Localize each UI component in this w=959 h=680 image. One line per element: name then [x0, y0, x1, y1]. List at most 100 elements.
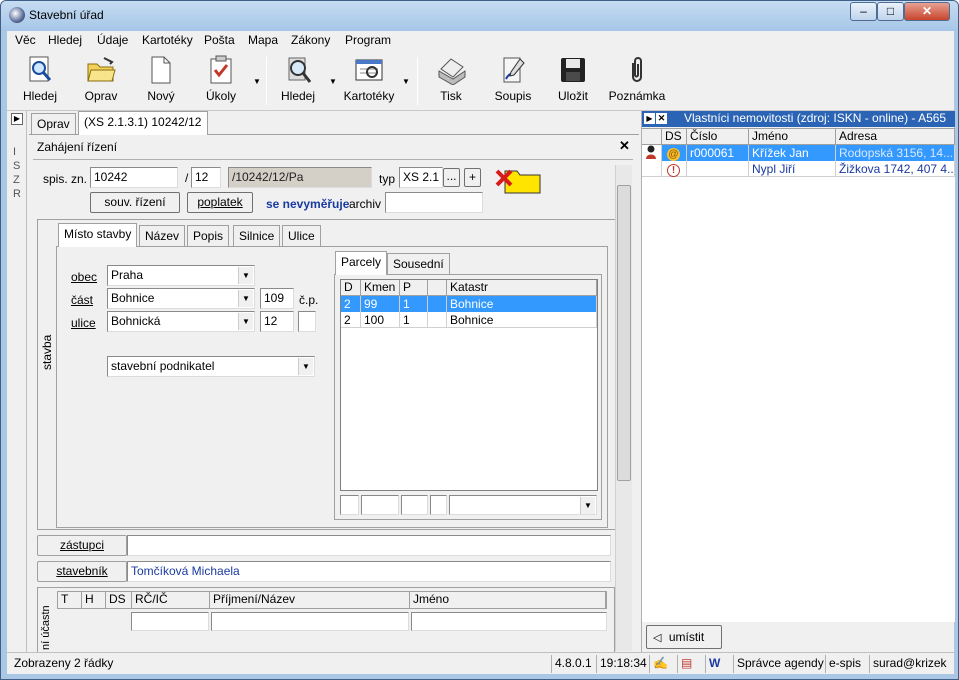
tab-popis[interactable]: Popis: [187, 225, 230, 247]
parcel-header-p[interactable]: P: [400, 280, 428, 296]
ulice-extra-field[interactable]: [298, 311, 316, 332]
maximize-button[interactable]: □: [877, 2, 904, 21]
obec-combo[interactable]: Praha ▼: [107, 265, 255, 286]
cp-field[interactable]: 109: [260, 288, 294, 309]
signature-icon[interactable]: ✍: [649, 655, 675, 673]
spis-full-field: /10242/12/Pa: [228, 167, 372, 188]
menu-vec[interactable]: Věc: [15, 33, 36, 47]
table-row[interactable]: @ r000061 Křížek Jan Rodopská 3156, 14..…: [642, 145, 955, 161]
stavebnik-button[interactable]: stavebník: [37, 561, 127, 582]
ucastnici-header-ds[interactable]: DS: [106, 592, 132, 609]
ucastnici-header-jmeno[interactable]: Jméno: [410, 592, 606, 609]
ucastnici-header-rc[interactable]: RČ/IČ: [132, 592, 210, 609]
menu-mapa[interactable]: Mapa: [248, 33, 278, 47]
typ-add-button[interactable]: +: [464, 168, 481, 187]
chevron-down-icon[interactable]: ▼: [238, 313, 253, 330]
table-row[interactable]: 2 99 1 Bohnice: [341, 296, 597, 312]
tisk-button[interactable]: Tisk: [431, 55, 471, 103]
ulice-combo[interactable]: Bohnická ▼: [107, 311, 255, 332]
table-row[interactable]: 2 100 1 Bohnice: [341, 312, 597, 328]
owners-header-ds[interactable]: DS: [662, 129, 687, 145]
expand-iszr-button[interactable]: ▶: [11, 113, 23, 125]
chevron-down-icon[interactable]: ▼: [580, 497, 595, 514]
word-icon[interactable]: W: [705, 655, 731, 673]
parcel-input-p[interactable]: [401, 495, 428, 515]
spis-number-field[interactable]: 10242: [90, 167, 178, 188]
menu-udaje[interactable]: Údaje: [97, 33, 128, 47]
hledej2-button[interactable]: Hledej: [277, 55, 319, 103]
menu-program[interactable]: Program: [345, 33, 391, 47]
owners-close-button[interactable]: ✕: [656, 113, 667, 124]
scrollbar-thumb[interactable]: [617, 185, 631, 481]
chevron-down-icon[interactable]: ▼: [298, 358, 313, 375]
ucastnici-header-h[interactable]: H: [82, 592, 106, 609]
form-scrollbar[interactable]: [615, 165, 632, 651]
novy-button[interactable]: Nový: [141, 55, 181, 103]
close-panel-icon[interactable]: ✕: [619, 138, 630, 154]
owners-expand-button[interactable]: ▶: [644, 113, 655, 124]
minimize-button[interactable]: –: [850, 2, 877, 21]
umistit-button[interactable]: ◁ umístit: [646, 625, 722, 649]
kartoteky-dropdown-icon[interactable]: ▼: [402, 77, 410, 86]
tab-misto-stavby[interactable]: Místo stavby: [58, 223, 138, 247]
tab-nazev[interactable]: Název: [139, 225, 186, 247]
owners-header-icon[interactable]: [642, 129, 662, 145]
owners-header-adresa[interactable]: Adresa: [836, 129, 955, 145]
tab-silnice[interactable]: Silnice: [233, 225, 281, 247]
app-icon: [9, 7, 25, 23]
zastupci-field[interactable]: [127, 535, 611, 556]
hledej-label: Hledej: [22, 89, 58, 103]
tab-oprav[interactable]: Oprav: [31, 113, 76, 135]
chevron-down-icon[interactable]: ▼: [238, 290, 253, 307]
cast-combo[interactable]: Bohnice ▼: [107, 288, 255, 309]
ucastnici-input-prijmeni[interactable]: [211, 612, 409, 631]
oprav-button[interactable]: Oprav: [79, 55, 123, 103]
tab-parcely[interactable]: Parcely: [335, 251, 388, 275]
chevron-down-icon[interactable]: ▼: [238, 267, 253, 284]
soupis-button[interactable]: Soupis: [491, 55, 535, 103]
ulozit-button[interactable]: Uložit: [553, 55, 593, 103]
ucastnici-input-jmeno[interactable]: [411, 612, 607, 631]
owners-header-cislo[interactable]: Číslo: [687, 129, 749, 145]
poplatek-button[interactable]: poplatek: [187, 192, 253, 213]
parcel-header-katastr[interactable]: Katastr: [447, 280, 597, 296]
hledej-dropdown-icon[interactable]: ▼: [329, 77, 337, 86]
typ-field[interactable]: XS 2.1: [399, 167, 443, 188]
delete-folder-icon[interactable]: [495, 165, 545, 195]
tab-document[interactable]: (XS 2.1.3.1) 10242/12: [78, 111, 208, 135]
typ-browse-button[interactable]: ...: [443, 168, 460, 187]
parcel-header-blank[interactable]: [428, 280, 447, 296]
parcel-input-katastr[interactable]: ▼: [449, 495, 597, 515]
ucastnici-input-rc[interactable]: [131, 612, 209, 631]
type-combo[interactable]: stavební podnikatel ▼: [107, 356, 315, 377]
ukoly-dropdown-icon[interactable]: ▼: [253, 77, 261, 86]
menu-hledej[interactable]: Hledej: [48, 33, 82, 47]
zastupci-button[interactable]: zástupci: [37, 535, 127, 556]
poznamka-button[interactable]: Poznámka: [607, 55, 667, 103]
archiv-field[interactable]: [385, 192, 483, 213]
parcel-header-kmen[interactable]: Kmen: [361, 280, 400, 296]
table-row[interactable]: ! Nypl Jiří Žižkova 1742, 407 4...: [642, 161, 955, 177]
menu-zakony[interactable]: Zákony: [291, 33, 330, 47]
parcel-header-d[interactable]: D: [341, 280, 361, 296]
hledej-button[interactable]: Hledej: [19, 55, 61, 103]
close-window-button[interactable]: ✕: [904, 2, 950, 21]
souv-rizeni-button[interactable]: souv. řízení: [90, 192, 180, 213]
ukoly-button[interactable]: Úkoly: [201, 55, 241, 103]
parcel-input-d[interactable]: [340, 495, 359, 515]
tab-ulice[interactable]: Ulice: [282, 225, 321, 247]
parcel-input-kmen[interactable]: [361, 495, 399, 515]
menu-kartoteky[interactable]: Kartotéky: [142, 33, 193, 47]
stavebnik-field[interactable]: Tomčíková Michaela: [127, 561, 611, 582]
spis-year-field[interactable]: 12: [191, 167, 221, 188]
ucastnici-header-prijmeni[interactable]: Příjmení/Název: [210, 592, 410, 609]
ulice-number-field[interactable]: 12: [260, 311, 294, 332]
owners-header-jmeno[interactable]: Jméno: [749, 129, 836, 145]
parcel-input-blank[interactable]: [430, 495, 447, 515]
tab-sousedni[interactable]: Sousední: [387, 253, 450, 275]
nevymeruje-link[interactable]: se nevyměřuje: [266, 197, 349, 211]
kartoteky-button[interactable]: Kartotéky: [343, 55, 395, 103]
ucastnici-header-t[interactable]: T: [58, 592, 82, 609]
menu-posta[interactable]: Pošta: [204, 33, 235, 47]
pdf-icon[interactable]: ▤: [677, 655, 703, 673]
